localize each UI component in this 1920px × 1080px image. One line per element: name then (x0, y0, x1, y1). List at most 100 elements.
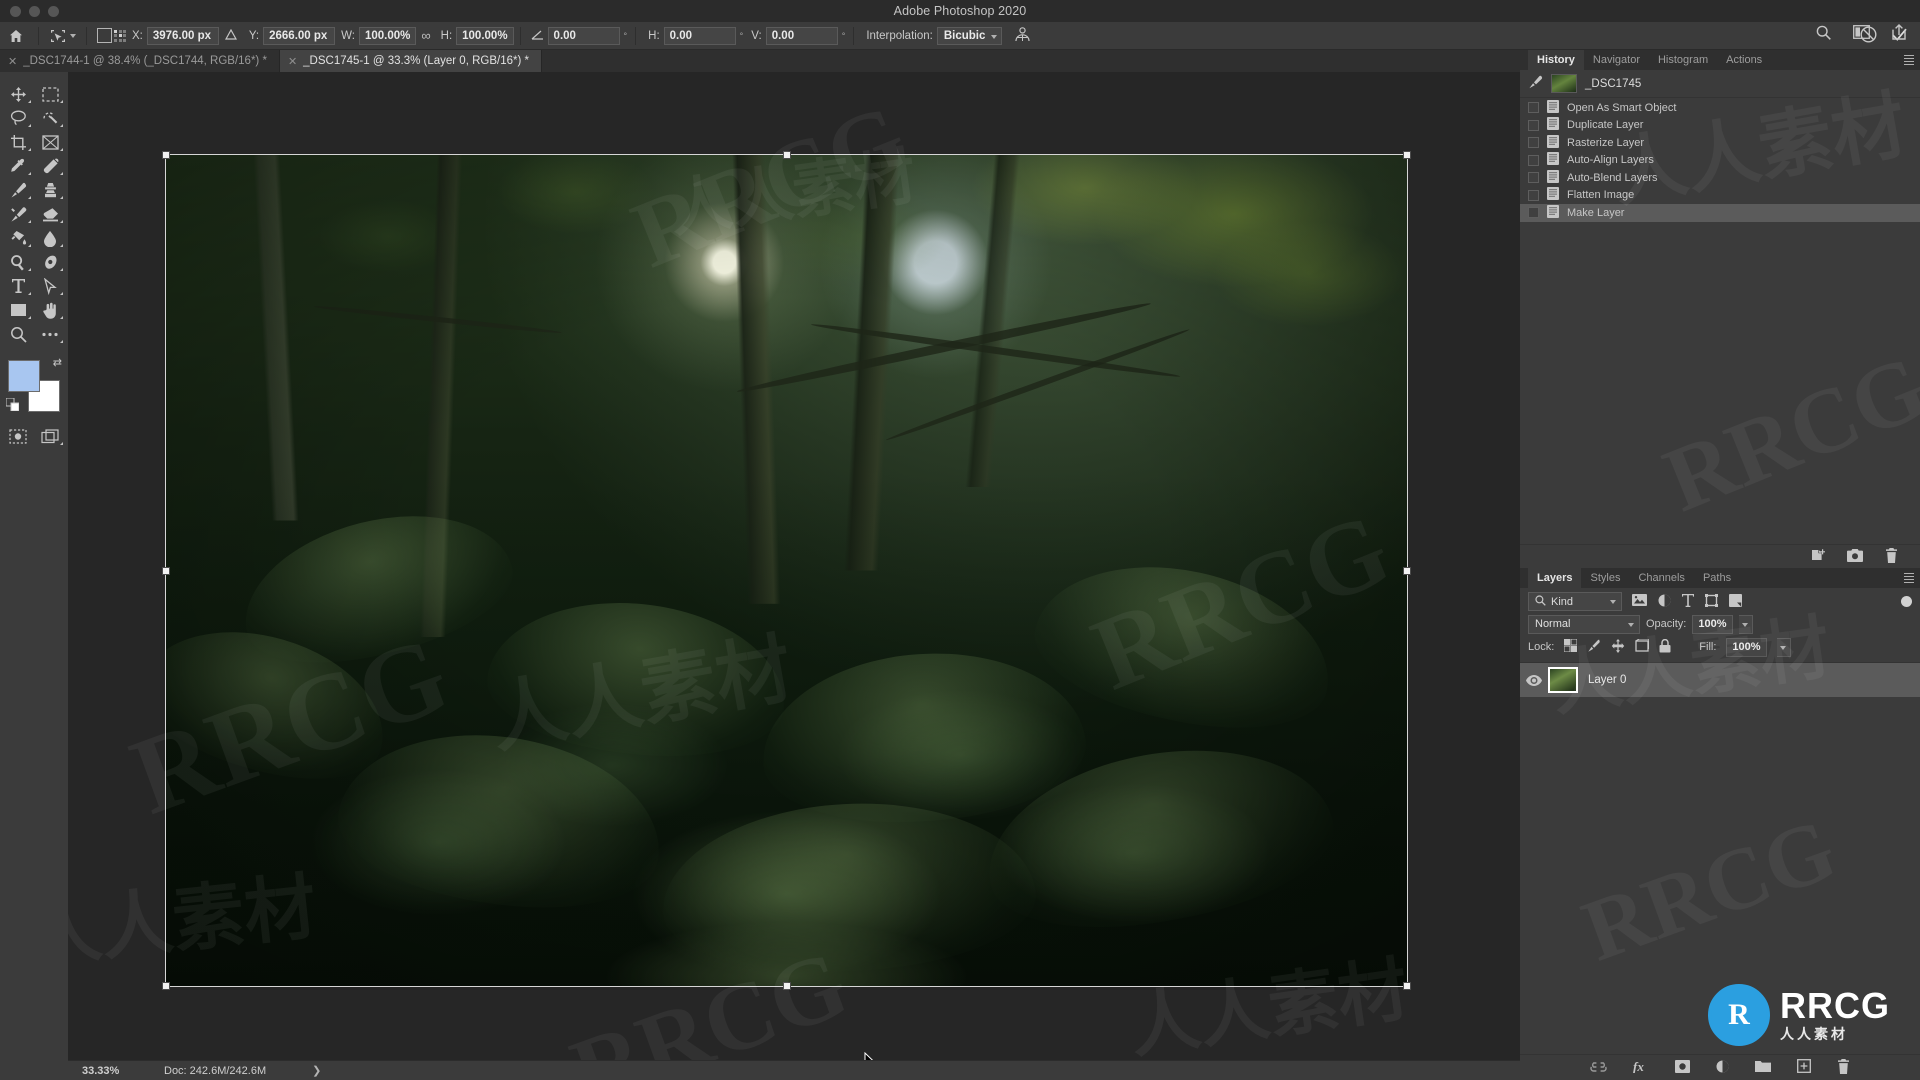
dodge-tool[interactable] (2, 250, 34, 274)
pen-tool[interactable] (34, 250, 66, 274)
layer-visibility-icon[interactable] (1520, 674, 1548, 686)
lock-all-icon[interactable] (1659, 638, 1671, 656)
link-layers-icon[interactable] (1590, 1061, 1607, 1075)
layer-row-layer-0[interactable]: Layer 0 (1520, 663, 1920, 697)
history-brush-source-icon[interactable] (1528, 75, 1543, 92)
filter-toggle-icon[interactable] (1901, 596, 1912, 607)
layer-filter-kind-select[interactable]: Kind (1528, 592, 1622, 611)
path-selection-tool[interactable] (34, 274, 66, 298)
lock-position-icon[interactable] (1611, 638, 1625, 656)
fill-stepper[interactable] (1776, 637, 1791, 657)
skew-h-input[interactable]: 0.00 (663, 26, 736, 45)
edit-toolbar-tool[interactable] (34, 322, 66, 346)
layer-name[interactable]: Layer 0 (1588, 674, 1626, 686)
history-state-checkbox[interactable] (1528, 137, 1539, 149)
opacity-input[interactable]: 100% (1692, 614, 1733, 634)
document-tab-dsc1744[interactable]: ✕ _DSC1744-1 @ 38.4% (_DSC1744, RGB/16*)… (0, 50, 280, 72)
history-state-checkbox[interactable] (1528, 207, 1539, 219)
workspace-icon[interactable] (1853, 25, 1870, 42)
history-snapshot-row[interactable]: _DSC1745 (1520, 70, 1920, 98)
layer-thumbnail[interactable] (1548, 667, 1578, 693)
eraser-tool[interactable] (34, 202, 66, 226)
history-state-checkbox[interactable] (1528, 102, 1539, 114)
color-picker-wells[interactable]: ⇄ (5, 357, 62, 414)
zoom-tool[interactable] (2, 322, 34, 346)
crop-tool[interactable] (2, 130, 34, 154)
history-state-item[interactable]: Flatten Image (1520, 187, 1920, 205)
rotate-icon[interactable] (527, 29, 548, 43)
tab-paths[interactable]: Paths (1694, 568, 1740, 588)
tab-actions[interactable]: Actions (1717, 50, 1771, 70)
document-tab-dsc1745[interactable]: ✕ _DSC1745-1 @ 33.3% (Layer 0, RGB/16*) … (279, 50, 542, 72)
new-layer-icon[interactable] (1797, 1059, 1811, 1076)
skew-v-input[interactable]: 0.00 (765, 26, 838, 45)
panel-menu-icon[interactable] (1904, 573, 1914, 583)
history-state-item[interactable]: Auto-Blend Layers (1520, 169, 1920, 187)
layer-mask-icon[interactable] (1675, 1059, 1690, 1076)
filter-shape-icon[interactable] (1705, 593, 1718, 610)
reference-point-checkbox[interactable] (97, 28, 112, 43)
history-state-checkbox[interactable] (1528, 172, 1539, 184)
tab-histogram[interactable]: Histogram (1649, 50, 1717, 70)
create-snapshot-icon[interactable] (1847, 548, 1863, 565)
quick-selection-tool[interactable] (34, 106, 66, 130)
history-state-item[interactable]: Auto-Align Layers (1520, 152, 1920, 170)
lasso-tool[interactable] (2, 106, 34, 130)
swap-colors-icon[interactable]: ⇄ (53, 356, 62, 369)
gradient-tool[interactable] (2, 226, 34, 250)
relative-position-icon[interactable] (219, 28, 243, 43)
create-document-from-state-icon[interactable] (1810, 548, 1826, 565)
search-icon[interactable] (1816, 25, 1831, 43)
share-icon[interactable] (1892, 24, 1906, 43)
filter-smart-object-icon[interactable] (1729, 593, 1742, 610)
clone-stamp-tool[interactable] (34, 178, 66, 202)
delete-layer-icon[interactable] (1837, 1058, 1850, 1077)
tab-layers[interactable]: Layers (1528, 568, 1582, 588)
reference-point-grid[interactable] (114, 29, 126, 42)
document-image[interactable] (165, 154, 1408, 987)
reference-point-toggle[interactable] (97, 28, 126, 43)
interpolation-select[interactable]: Bicubic (936, 26, 1003, 45)
home-icon[interactable] (0, 29, 32, 43)
canvas-area[interactable]: RRCG 人人素材 RRCG 人人素材 RRCG 人人素材 RRCG 人人素材 (68, 72, 1520, 1080)
lock-transparent-pixels-icon[interactable] (1563, 638, 1578, 655)
lock-artboard-nesting-icon[interactable] (1635, 638, 1650, 655)
filter-type-icon[interactable] (1682, 593, 1694, 610)
blur-tool[interactable] (34, 226, 66, 250)
history-state-checkbox[interactable] (1528, 154, 1539, 166)
free-transform-icon[interactable] (45, 28, 80, 44)
brush-tool[interactable] (2, 178, 34, 202)
expand-arrow-icon[interactable]: ❯ (312, 1064, 321, 1077)
filter-adjustment-icon[interactable] (1658, 594, 1671, 610)
chevron-down-icon[interactable] (70, 33, 76, 38)
layer-style-icon[interactable]: fx (1633, 1059, 1649, 1076)
rotation-input[interactable]: 0.00 (547, 26, 620, 45)
tab-styles[interactable]: Styles (1581, 568, 1629, 588)
fill-input[interactable]: 100% (1726, 637, 1767, 657)
history-state-item[interactable]: Rasterize Layer (1520, 134, 1920, 152)
default-colors-icon[interactable] (5, 397, 20, 414)
lock-image-pixels-icon[interactable] (1587, 639, 1601, 656)
tab-history[interactable]: History (1528, 50, 1584, 70)
history-state-item-selected[interactable]: Make Layer (1520, 204, 1920, 222)
new-group-icon[interactable] (1755, 1060, 1771, 1075)
frame-tool[interactable] (34, 130, 66, 154)
close-icon[interactable]: ✕ (288, 55, 297, 68)
hand-tool[interactable] (34, 298, 66, 322)
foreground-color-well[interactable] (8, 360, 40, 392)
history-state-checkbox[interactable] (1528, 189, 1539, 201)
spot-healing-brush-tool[interactable] (34, 154, 66, 178)
new-adjustment-layer-icon[interactable] (1716, 1060, 1729, 1076)
screen-mode-icon[interactable] (34, 424, 66, 448)
panel-menu-icon[interactable] (1904, 55, 1914, 65)
blend-mode-select[interactable]: Normal (1528, 614, 1640, 634)
history-state-item[interactable]: Open As Smart Object (1520, 99, 1920, 117)
rectangular-marquee-tool[interactable] (34, 82, 66, 106)
delete-state-icon[interactable] (1885, 547, 1898, 566)
history-state-checkbox[interactable] (1528, 119, 1539, 131)
y-input[interactable]: 2666.00 px (263, 26, 336, 45)
zoom-level[interactable]: 33.33% (68, 1065, 158, 1077)
close-icon[interactable]: ✕ (8, 55, 17, 68)
width-input[interactable]: 100.00% (358, 26, 417, 45)
x-input[interactable]: 3976.00 px (146, 26, 219, 45)
